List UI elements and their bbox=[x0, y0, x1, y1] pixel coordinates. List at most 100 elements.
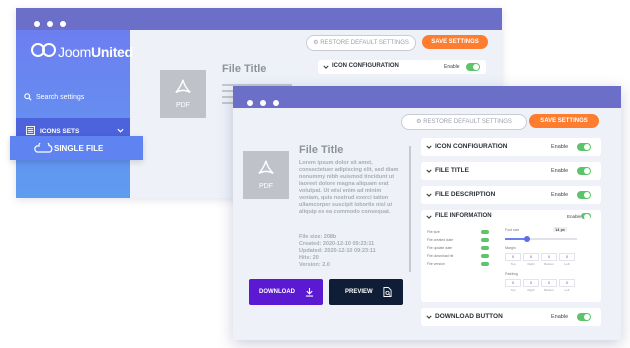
padding-cell: 0 Top bbox=[505, 279, 521, 292]
padding-inputs: 0 Top 0 Right 0 Bottom 0 Left bbox=[505, 278, 577, 296]
download-icon bbox=[305, 287, 314, 297]
margin-caption: Left bbox=[564, 262, 570, 266]
file-description-row[interactable]: FILE DESCRIPTION Enable bbox=[421, 186, 601, 204]
file-info-option-label: File download hit bbox=[427, 254, 454, 258]
file-info-option-toggle[interactable] bbox=[481, 238, 489, 242]
save-settings-button[interactable]: SAVE SETTINGS bbox=[422, 35, 488, 49]
file-title: File Title bbox=[299, 144, 344, 156]
file-info-option-toggle[interactable] bbox=[481, 254, 489, 258]
file-info-option: File download hit bbox=[427, 254, 495, 262]
file-description-label: FILE DESCRIPTION bbox=[435, 191, 496, 198]
preview-button[interactable]: PREVIEW bbox=[329, 279, 403, 305]
chevron-down-icon[interactable] bbox=[426, 215, 432, 219]
font-size-slider[interactable] bbox=[505, 236, 577, 242]
search-settings-link[interactable]: Search settings bbox=[36, 94, 84, 101]
padding-caption: Bottom bbox=[544, 288, 554, 292]
font-size-number: 14 bbox=[555, 227, 560, 232]
enable-label: Enable bbox=[551, 144, 569, 150]
chevron-down-icon bbox=[426, 145, 432, 149]
chevron-down-icon[interactable] bbox=[117, 128, 124, 133]
margin-input[interactable]: 0 bbox=[505, 253, 521, 261]
restore-defaults-label: RESTORE DEFAULT SETTINGS bbox=[320, 40, 409, 46]
preview-label: PREVIEW bbox=[345, 289, 373, 295]
file-description-toggle[interactable] bbox=[577, 191, 591, 199]
updated-text: Updated: 2020-12-10 09:23:11 bbox=[299, 248, 376, 254]
file-info-option-toggle[interactable] bbox=[481, 262, 489, 266]
sidebar-item-icons-sets-label: ICONS SETS bbox=[40, 128, 80, 135]
enable-label: Enable bbox=[551, 168, 569, 174]
list-icon bbox=[26, 126, 35, 135]
back-icon-configuration-label: ICON CONFIGURATION bbox=[332, 63, 399, 69]
file-info-option: File size bbox=[427, 230, 495, 238]
window-dot bbox=[34, 21, 40, 27]
file-info-options: File size File created date File update da… bbox=[427, 230, 495, 270]
padding-input[interactable]: 0 bbox=[523, 279, 539, 287]
margin-input[interactable]: 0 bbox=[559, 253, 575, 261]
download-button-toggle[interactable] bbox=[577, 313, 591, 321]
margin-inputs: 0 Top 0 Right 0 Bottom 0 Left bbox=[505, 252, 577, 270]
file-information-toggle[interactable] bbox=[581, 213, 591, 220]
download-button[interactable]: DOWNLOAD bbox=[249, 279, 323, 305]
pdf-file-icon: PDF bbox=[243, 151, 289, 199]
padding-input[interactable]: 0 bbox=[541, 279, 557, 287]
file-title-row[interactable]: FILE TITLE Enable bbox=[421, 162, 601, 180]
pdf-label: PDF bbox=[259, 183, 273, 190]
document-search-icon bbox=[383, 287, 392, 297]
padding-input[interactable]: 0 bbox=[559, 279, 575, 287]
chevron-down-icon bbox=[426, 315, 432, 319]
padding-input[interactable]: 0 bbox=[505, 279, 521, 287]
pdf-label: PDF bbox=[176, 102, 190, 109]
icon-configuration-row[interactable]: ICON CONFIGURATION Enable bbox=[421, 138, 601, 156]
font-size-slider-handle[interactable] bbox=[523, 236, 530, 242]
icon-configuration-toggle[interactable] bbox=[577, 143, 591, 151]
file-info-option: File version bbox=[427, 262, 495, 270]
hits-text: Hits: 20 bbox=[299, 255, 319, 261]
window-dot bbox=[247, 100, 253, 106]
margin-label: Margin bbox=[505, 246, 516, 250]
margin-caption: Bottom bbox=[544, 262, 554, 266]
pdf-file-icon: PDF bbox=[160, 70, 206, 118]
preview-scrollbar[interactable] bbox=[409, 146, 411, 272]
restore-defaults-button[interactable]: ⚙ RESTORE DEFAULT SETTINGS bbox=[401, 114, 527, 130]
file-info-option: File update date bbox=[427, 246, 495, 254]
margin-cell: 0 Left bbox=[559, 253, 575, 266]
icon-configuration-label: ICON CONFIGURATION bbox=[435, 143, 508, 150]
save-settings-button[interactable]: SAVE SETTINGS bbox=[529, 114, 599, 128]
font-size-unit: px bbox=[560, 227, 565, 232]
chevron-down-icon bbox=[426, 169, 432, 173]
restore-defaults-label: RESTORE DEFAULT SETTINGS bbox=[423, 119, 512, 125]
file-info-option: File created date bbox=[427, 238, 495, 246]
front-titlebar bbox=[233, 86, 621, 108]
file-title-toggle[interactable] bbox=[577, 167, 591, 175]
restore-defaults-button[interactable]: ⚙ RESTORE DEFAULT SETTINGS bbox=[306, 35, 416, 51]
file-info-option-label: File version bbox=[427, 262, 445, 266]
joomunited-logo-icon bbox=[31, 43, 56, 57]
back-titlebar bbox=[16, 8, 502, 30]
cloud-icon bbox=[34, 143, 53, 153]
back-icon-configuration-row[interactable]: ICON CONFIGURATION Enable bbox=[318, 60, 486, 74]
font-size-value[interactable]: 14 px bbox=[553, 227, 567, 232]
margin-input[interactable]: 0 bbox=[541, 253, 557, 261]
brand-part2: United bbox=[91, 44, 133, 60]
brand-part1: Joom bbox=[58, 44, 92, 60]
margin-cell: 0 Right bbox=[523, 253, 539, 266]
font-size-label: Font size bbox=[505, 228, 520, 232]
file-info-option-toggle[interactable] bbox=[481, 246, 489, 250]
acrobat-icon bbox=[175, 79, 191, 94]
margin-caption: Top bbox=[510, 262, 516, 266]
margin-input[interactable]: 0 bbox=[523, 253, 539, 261]
file-info-option-label: File update date bbox=[427, 246, 453, 250]
file-size-text: File size: 208b bbox=[299, 234, 337, 240]
enable-toggle[interactable] bbox=[466, 63, 480, 71]
chevron-down-icon bbox=[323, 65, 329, 69]
padding-caption: Left bbox=[564, 288, 570, 292]
margin-cell: 0 Top bbox=[505, 253, 521, 266]
chevron-down-icon bbox=[426, 193, 432, 197]
file-info-option-toggle[interactable] bbox=[481, 230, 489, 234]
download-button-row[interactable]: DOWNLOAD BUTTON Enable bbox=[421, 308, 601, 326]
margin-caption: Right bbox=[527, 262, 535, 266]
file-information-label: FILE INFORMATION bbox=[435, 213, 492, 219]
search-icon bbox=[24, 93, 32, 101]
version-text: Version: 2.0 bbox=[299, 262, 330, 268]
enable-label: Enable bbox=[444, 64, 460, 70]
